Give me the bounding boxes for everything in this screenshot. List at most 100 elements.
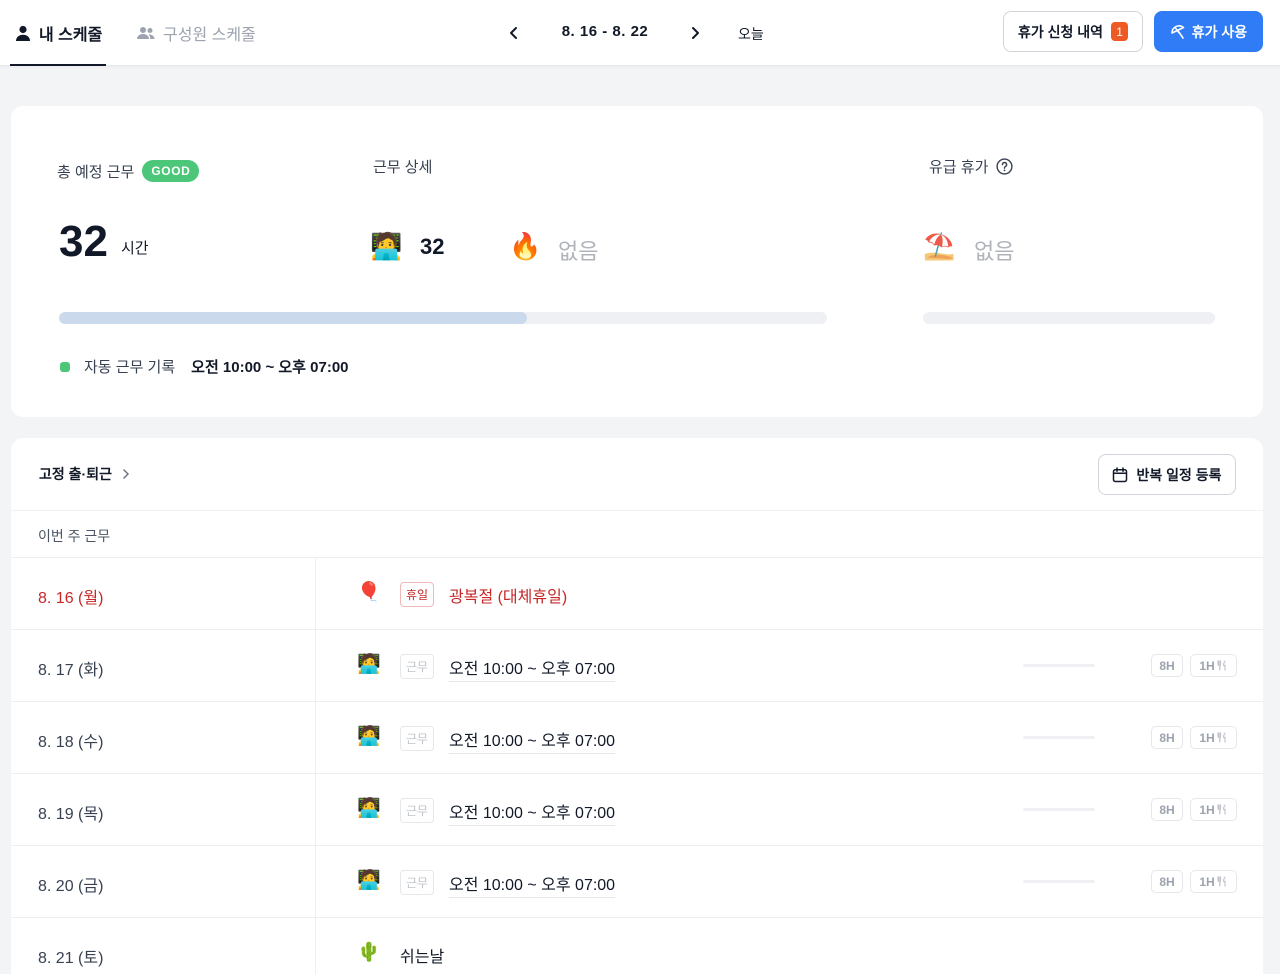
section-title: 이번 주 근무 <box>38 528 111 544</box>
rest-label: 쉬는날 <box>400 949 445 966</box>
schedule-row-work[interactable]: 8. 19 (목) 🧑‍💻 근무 오전 10:00 ~ 오후 07:00 8H … <box>11 774 1263 846</box>
total-progress-bar <box>59 312 827 324</box>
person-icon <box>16 25 30 41</box>
work-tag: 근무 <box>400 870 435 895</box>
work-tag: 근무 <box>400 726 435 751</box>
schedule-row-work[interactable]: 8. 17 (화) 🧑‍💻 근무 오전 10:00 ~ 오후 07:00 8H … <box>11 630 1263 702</box>
fixed-commute-link[interactable]: 고정 출·퇴근 <box>39 464 130 484</box>
paid-leave-value: 없음 <box>974 239 1015 264</box>
worker-laptop-icon: 🧑‍💻 <box>357 654 381 675</box>
worker-laptop-icon: 🧑‍💻 <box>357 870 381 891</box>
chevron-right-icon <box>123 469 130 479</box>
total-hours-unit: 시간 <box>121 240 149 257</box>
leave-history-label: 휴가 신청 내역 <box>1017 23 1104 40</box>
next-week-button[interactable] <box>684 22 706 44</box>
use-leave-button[interactable]: 휴가 사용 <box>1154 11 1263 52</box>
day-progress-bar <box>1023 664 1095 667</box>
day-progress-bar <box>1023 808 1095 811</box>
prev-week-button[interactable] <box>503 22 525 44</box>
chevron-right-icon <box>692 27 699 39</box>
paid-leave-progress-bar <box>923 312 1215 324</box>
work-detail-label: 근무 상세 <box>373 159 433 176</box>
meal-break-chip: 1H <box>1190 870 1237 893</box>
day-progress-bar <box>1023 736 1095 739</box>
total-hours-value: 32 <box>59 217 108 266</box>
work-hours-chip: 8H <box>1151 870 1183 893</box>
summary-card: 총 예정 근무 GOOD 32 시간 근무 상세 🧑‍💻 32 🔥 없음 유급 … <box>11 106 1263 417</box>
row-date: 8. 20 (금) <box>38 878 104 895</box>
meal-break-chip: 1H <box>1190 798 1237 821</box>
tab-my-schedule-label: 내 스케줄 <box>39 27 103 44</box>
tab-member-schedule-label: 구성원 스케줄 <box>163 27 256 44</box>
auto-record-time: 오전 10:00 ~ 오후 07:00 <box>191 359 349 376</box>
row-date: 8. 17 (화) <box>38 662 104 679</box>
work-time[interactable]: 오전 10:00 ~ 오후 07:00 <box>449 799 616 826</box>
chevron-left-icon <box>510 27 517 39</box>
today-button[interactable]: 오늘 <box>738 24 764 44</box>
work-time[interactable]: 오전 10:00 ~ 오후 07:00 <box>449 655 616 682</box>
row-date: 8. 18 (수) <box>38 734 104 751</box>
work-hours-chip: 8H <box>1151 726 1183 749</box>
fork-knife-icon <box>1217 876 1226 887</box>
fork-knife-icon <box>1217 660 1226 671</box>
schedule-row-work[interactable]: 8. 18 (수) 🧑‍💻 근무 오전 10:00 ~ 오후 07:00 8H … <box>11 702 1263 774</box>
help-icon[interactable] <box>996 158 1013 175</box>
work-time[interactable]: 오전 10:00 ~ 오후 07:00 <box>449 871 616 898</box>
tab-member-schedule[interactable]: 구성원 스케줄 <box>136 0 256 66</box>
meal-break-hours: 1H <box>1199 802 1215 817</box>
fixed-commute-label: 고정 출·퇴근 <box>39 466 112 482</box>
fork-knife-icon <box>1217 804 1226 815</box>
schedule-row-holiday[interactable]: 8. 16 (월) 🎈 휴일 광복절 (대체휴일) <box>11 558 1263 630</box>
meal-break-hours: 1H <box>1199 730 1215 745</box>
cactus-icon: 🌵 <box>357 942 381 963</box>
work-hours-chip: 8H <box>1151 654 1183 677</box>
beach-umbrella-icon: ⛱️ <box>923 231 956 261</box>
auto-record-row: 자동 근무 기록 오전 10:00 ~ 오후 07:00 <box>60 356 349 377</box>
auto-record-label: 자동 근무 기록 <box>84 359 176 376</box>
total-progress-fill <box>59 312 528 324</box>
people-icon <box>137 27 155 39</box>
balloon-icon: 🎈 <box>357 582 381 603</box>
date-range: 8. 16 - 8. 22 <box>561 23 649 40</box>
register-repeat-schedule-label: 반복 일정 등록 <box>1136 466 1222 483</box>
work-tag: 근무 <box>400 654 435 679</box>
schedule-row-work[interactable]: 8. 20 (금) 🧑‍💻 근무 오전 10:00 ~ 오후 07:00 8H … <box>11 846 1263 918</box>
meal-break-hours: 1H <box>1199 874 1215 889</box>
total-scheduled-label-text: 총 예정 근무 <box>57 163 135 181</box>
fire-icon: 🔥 <box>509 231 542 261</box>
umbrella-icon <box>1170 24 1185 39</box>
use-leave-label: 휴가 사용 <box>1191 23 1248 40</box>
day-progress-bar <box>1023 880 1095 883</box>
paid-leave-label-text: 유급 휴가 <box>929 159 989 176</box>
worker-laptop-icon: 🧑‍💻 <box>357 798 381 819</box>
leave-history-count-badge: 1 <box>1111 22 1129 41</box>
meal-break-hours: 1H <box>1199 658 1215 673</box>
work-detail-value: 32 <box>420 234 445 259</box>
leave-history-button[interactable]: 휴가 신청 내역 1 <box>1003 11 1143 52</box>
work-hours-chip: 8H <box>1151 798 1183 821</box>
row-date: 8. 16 (월) <box>38 590 104 607</box>
holiday-tag: 휴일 <box>400 582 435 607</box>
schedule-row-rest[interactable]: 8. 21 (토) 🌵 쉬는날 <box>11 918 1263 974</box>
meal-break-chip: 1H <box>1190 654 1237 677</box>
top-bar: 내 스케줄 구성원 스케줄 8. 16 - 8. 22 오늘 휴가 신청 내역 … <box>0 0 1280 66</box>
calendar-icon <box>1113 466 1128 482</box>
meal-break-chip: 1H <box>1190 726 1237 749</box>
fork-knife-icon <box>1217 732 1226 743</box>
row-date: 8. 19 (목) <box>38 806 104 823</box>
overtime-value: 없음 <box>558 239 599 264</box>
holiday-name: 광복절 (대체휴일) <box>449 589 568 606</box>
weekly-schedule-card: 고정 출·퇴근 반복 일정 등록 이번 주 근무 8. 16 (월) 🎈 휴일 … <box>11 438 1263 974</box>
tab-my-schedule[interactable]: 내 스케줄 <box>10 0 107 66</box>
work-tag: 근무 <box>400 798 435 823</box>
register-repeat-schedule-button[interactable]: 반복 일정 등록 <box>1098 454 1236 495</box>
worker-laptop-icon: 🧑‍💻 <box>357 726 381 747</box>
worker-laptop-icon: 🧑‍💻 <box>370 231 403 261</box>
row-date: 8. 21 (토) <box>38 950 104 967</box>
paid-leave-label: 유급 휴가 <box>929 156 1013 177</box>
divider <box>11 510 1263 511</box>
status-badge: GOOD <box>142 160 200 182</box>
auto-record-status-dot <box>60 361 70 372</box>
total-scheduled-label: 총 예정 근무 GOOD <box>57 160 200 182</box>
work-time[interactable]: 오전 10:00 ~ 오후 07:00 <box>449 727 616 754</box>
